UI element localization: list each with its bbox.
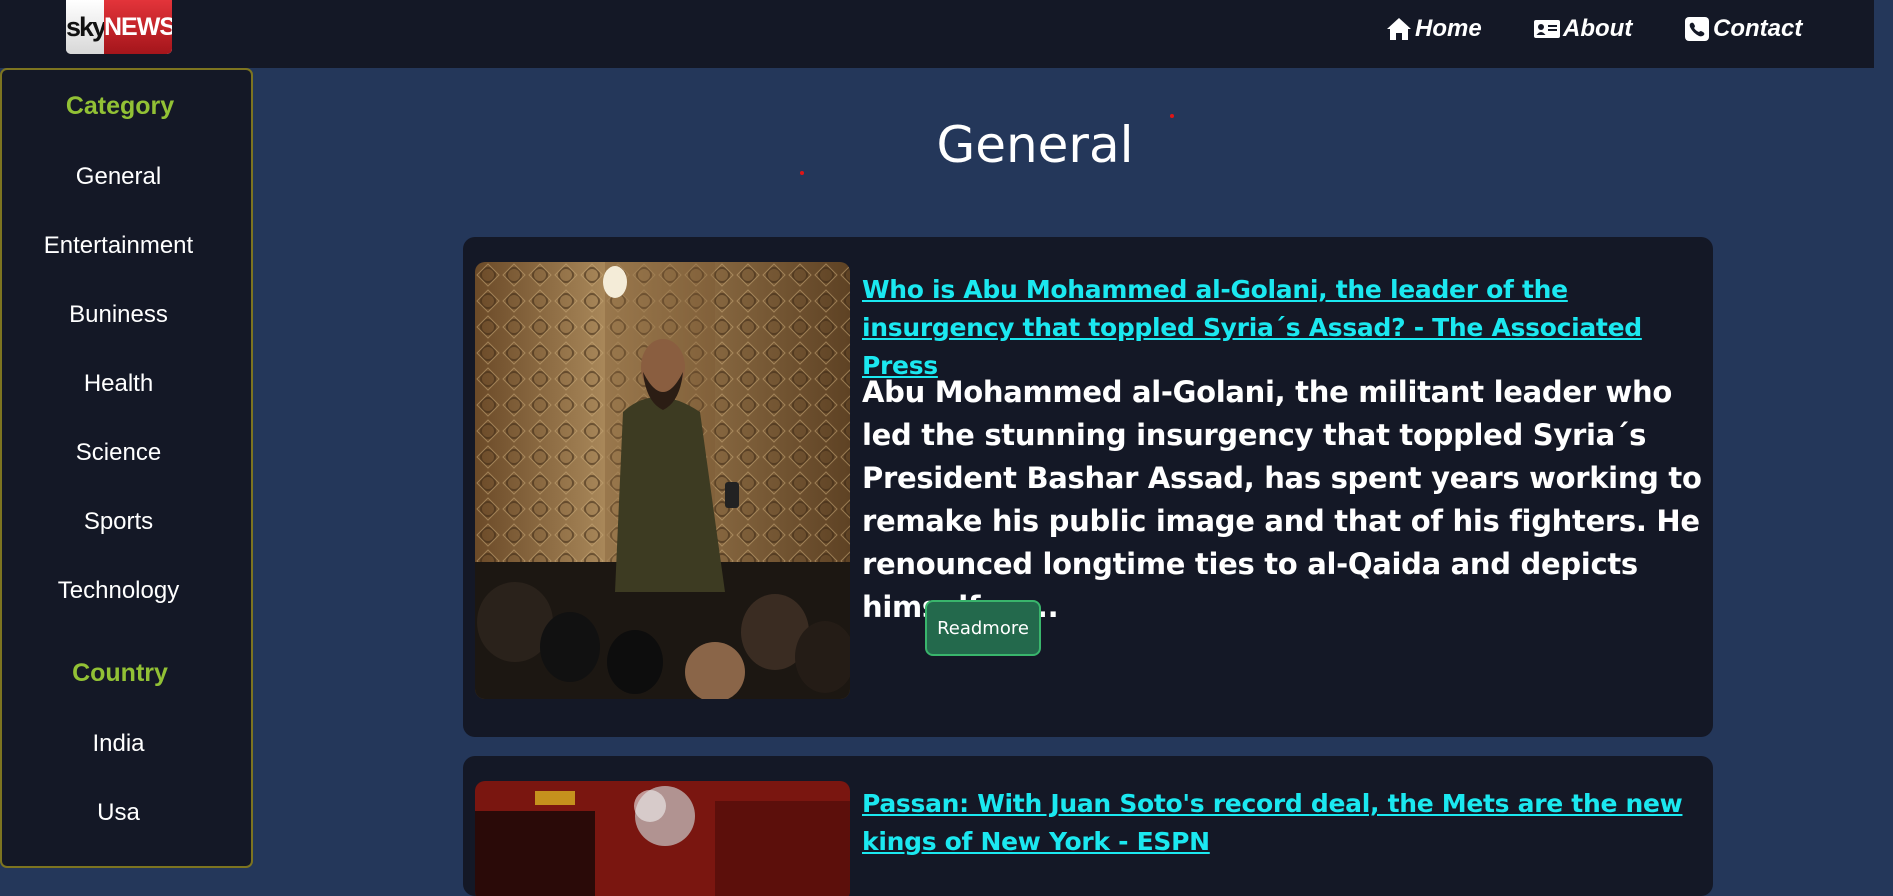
page-title: General bbox=[936, 116, 1134, 174]
nav-about-link[interactable]: About bbox=[1533, 12, 1632, 46]
top-navbar: sky NEWS Home About Contact bbox=[0, 0, 1874, 68]
nav-contact-label: Contact bbox=[1713, 15, 1803, 42]
decorative-dot bbox=[800, 171, 804, 175]
news-card-title-link[interactable]: Who is Abu Mohammed al-Golani, the leade… bbox=[862, 271, 1713, 385]
logo-news-text: NEWS bbox=[104, 0, 172, 54]
sidebar-item-entertainment[interactable]: Entertainment bbox=[2, 232, 235, 260]
news-photo bbox=[475, 262, 850, 699]
sidebar-item-technology[interactable]: Technology bbox=[2, 577, 235, 605]
sidebar-item-health[interactable]: Health bbox=[2, 370, 235, 398]
decorative-dot bbox=[1170, 114, 1174, 118]
logo-sky-text: sky bbox=[66, 0, 107, 54]
sidebar: Category General Entertainment Buniness … bbox=[0, 68, 253, 868]
nav-contact-link[interactable]: Contact bbox=[1683, 12, 1802, 46]
news-card-image[interactable] bbox=[475, 262, 850, 699]
category-heading: Category bbox=[65, 92, 175, 120]
sidebar-item-business[interactable]: Buniness bbox=[2, 301, 235, 329]
country-heading: Country bbox=[72, 659, 168, 687]
nav-about-label: About bbox=[1563, 15, 1633, 42]
home-icon bbox=[1387, 18, 1411, 40]
scrollbar-gutter bbox=[1874, 0, 1893, 851]
news-card-description: Abu Mohammed al-Golani, the militant lea… bbox=[862, 375, 1702, 624]
id-card-icon bbox=[1534, 20, 1560, 38]
news-card-image[interactable] bbox=[475, 781, 850, 896]
nav-home-link[interactable]: Home bbox=[1385, 12, 1482, 46]
news-photo bbox=[475, 781, 850, 896]
nav-home-label: Home bbox=[1415, 15, 1482, 42]
news-card: Passan: With Juan Soto's record deal, th… bbox=[463, 756, 1713, 896]
sidebar-item-india[interactable]: India bbox=[2, 730, 235, 758]
sky-news-logo[interactable]: sky NEWS bbox=[66, 0, 172, 54]
sidebar-item-usa[interactable]: Usa bbox=[2, 799, 235, 827]
sidebar-item-sports[interactable]: Sports bbox=[2, 508, 235, 536]
sidebar-item-science[interactable]: Science bbox=[2, 439, 235, 467]
sidebar-item-general[interactable]: General bbox=[2, 163, 235, 191]
phone-icon bbox=[1685, 17, 1709, 41]
news-card: Who is Abu Mohammed al-Golani, the leade… bbox=[463, 237, 1713, 737]
readmore-button[interactable]: Readmore bbox=[925, 600, 1041, 656]
news-card-title-link[interactable]: Passan: With Juan Soto's record deal, th… bbox=[862, 785, 1713, 861]
